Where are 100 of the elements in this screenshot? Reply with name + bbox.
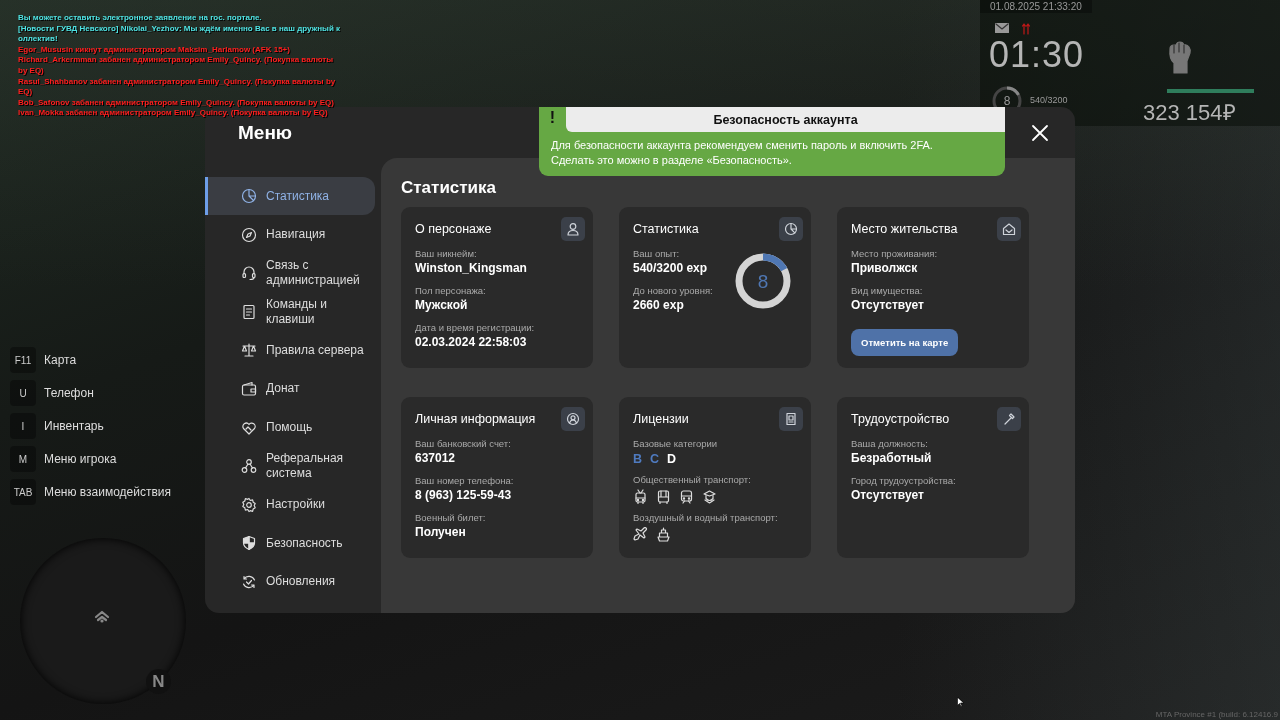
hammer-icon — [1002, 412, 1016, 426]
field-label: Общественный транспорт: — [633, 473, 752, 486]
field-label: Ваш никнейм: — [415, 247, 478, 260]
sidebar-item[interactable]: Обновления — [205, 562, 375, 601]
field-label: Ваш банковский счет: — [415, 437, 512, 450]
field-label: Ваш номер телефона: — [415, 474, 515, 487]
card-title: Личная информация — [415, 412, 536, 426]
sidebar-item[interactable]: Навигация — [205, 215, 375, 254]
close-icon — [1031, 123, 1049, 142]
field-value: Безработный — [851, 450, 933, 466]
field-value: Получен — [415, 524, 467, 540]
airplane-icon — [633, 527, 648, 542]
field-label: Военный билет: — [415, 511, 487, 524]
sidebar-item[interactable]: Связь с администрацией — [205, 254, 375, 293]
person-icon — [566, 222, 580, 236]
sidebar-item[interactable]: Реферальная система — [205, 447, 375, 486]
compass-icon — [241, 226, 257, 243]
envelope-icon — [995, 23, 1009, 33]
card-title: О персонаже — [415, 222, 492, 236]
sidebar-item[interactable]: Безопасность — [205, 524, 375, 563]
sidebar-item[interactable]: Команды и клавиши — [205, 292, 375, 331]
key-hint-label: Карта — [44, 353, 77, 367]
card-icon-button[interactable] — [561, 217, 585, 241]
key-cap: U — [10, 380, 36, 406]
headset-icon — [241, 265, 257, 282]
scales-icon — [241, 342, 257, 359]
license-category: D — [667, 452, 677, 466]
notification-title: Безопасность аккаунта — [566, 107, 1005, 132]
sidebar-item[interactable]: Правила сервера — [205, 331, 375, 370]
menu-title: Меню — [238, 121, 293, 144]
chat-message: Egor_Mususin кикнут администратором Maksim_Harlamow (AFK 15+) — [18, 44, 291, 56]
ship-icon — [656, 527, 671, 542]
chat-message: оллектив! — [18, 34, 59, 45]
cap-icon — [702, 489, 717, 504]
license-category: B — [633, 452, 643, 466]
field-label: Место проживания: — [851, 247, 939, 260]
date-time: 01.08.2025 21:33:20 — [980, 0, 1092, 13]
card-icon-button[interactable] — [997, 217, 1021, 241]
level-ring — [735, 253, 791, 309]
exclamation-mark: ! — [548, 108, 557, 128]
license-category: C — [650, 452, 660, 466]
chat-message: Rasul_Shahbanov забанен администратором Emily_Quincy. (Покупка валюты by — [18, 76, 337, 88]
field-label: Дата и время регистрации: — [415, 321, 536, 334]
sidebar-item[interactable]: Статистика — [205, 177, 375, 215]
id-card-icon — [784, 412, 798, 426]
card-icon-button[interactable] — [779, 407, 803, 431]
shield-icon — [241, 535, 257, 552]
chat-message: Richard_Arkermman забанен администратором Emily_Quincy. (Покупка валюты — [18, 55, 335, 66]
field-label: Ваша должность: — [851, 437, 929, 450]
chat-message: Вы можете оставить электронное заявление на гос. портале. — [18, 13, 263, 24]
player-arrow-icon — [94, 610, 110, 624]
wallet-icon — [241, 380, 257, 397]
card-title: Трудоустройство — [851, 412, 950, 426]
field-label: Базовые категории — [633, 437, 719, 450]
field-label: До нового уровня: — [633, 284, 713, 297]
key-hint-label: Инвентарь — [44, 419, 104, 433]
notification-text: Для безопасности аккаунта рекомендуем сменить пароль и включить 2FA. Сделать это можно в разделе «Безопасность». — [550, 138, 934, 168]
money-amount: 323 154₽ — [1143, 99, 1236, 126]
pie-chart-icon — [241, 188, 257, 204]
field-value: Winston_Kingsman — [415, 260, 528, 276]
key-hint-label: Телефон — [44, 386, 94, 400]
field-label: Вид имущества: — [851, 284, 924, 297]
cursor-icon — [957, 697, 964, 707]
level-number: 8 — [757, 271, 769, 291]
key-hint-label: Меню игрока — [44, 452, 117, 466]
field-label: Ваш опыт: — [633, 247, 681, 260]
field-value: Отсутствует — [851, 297, 925, 313]
key-hint-label: Меню взаимодействия — [44, 485, 171, 499]
settings-icon — [241, 496, 257, 513]
chat-message: Bob_Safonov забанен администратором Emily_Quincy. (Покупка валюты by EQ) — [18, 97, 335, 109]
card-title: Статистика — [633, 222, 699, 236]
heart-icon — [241, 419, 257, 436]
card-title: Лицензии — [633, 412, 689, 426]
mark-on-map-button[interactable]: Отметить на карте — [851, 329, 959, 356]
train-icon — [679, 489, 694, 504]
card-icon-button[interactable] — [997, 407, 1021, 431]
bus-icon — [656, 489, 671, 504]
field-label: Воздушный и водный транспорт: — [633, 511, 779, 524]
chat-message: EQ) — [18, 87, 34, 98]
chat-message: Ivan_Mokka забанен администратором Emily_Quincy. (Покупка валюты by EQ) — [18, 108, 329, 119]
chat-message: [Новости ГУВД Невского] Nikolai_Yezhov: Мы ждём именно Вас в наш дружный к — [18, 23, 341, 35]
field-label: Город трудоустройства: — [851, 474, 957, 487]
level-number: 8 — [1003, 95, 1011, 107]
field-value: 540/3200 exp — [633, 260, 709, 276]
key-cap: I — [10, 413, 36, 439]
key-cap: TAB — [10, 479, 36, 505]
experience-text: 540/3200 — [1030, 95, 1068, 105]
card-icon-button[interactable] — [561, 407, 585, 431]
key-cap: M — [10, 446, 36, 472]
sidebar-item[interactable]: Донат — [205, 369, 375, 408]
field-value: Мужской — [415, 297, 469, 313]
sidebar-item[interactable]: Помощь — [205, 408, 375, 447]
field-label: Пол персонажа: — [415, 284, 487, 297]
pie-chart-icon — [784, 222, 798, 236]
card-title: Место жительства — [851, 222, 958, 236]
card-icon-button[interactable] — [779, 217, 803, 241]
sidebar-item[interactable]: Настройки — [205, 485, 375, 524]
network-icon — [241, 458, 257, 475]
refresh-icon — [241, 573, 257, 590]
key-cap: F11 — [10, 347, 36, 373]
